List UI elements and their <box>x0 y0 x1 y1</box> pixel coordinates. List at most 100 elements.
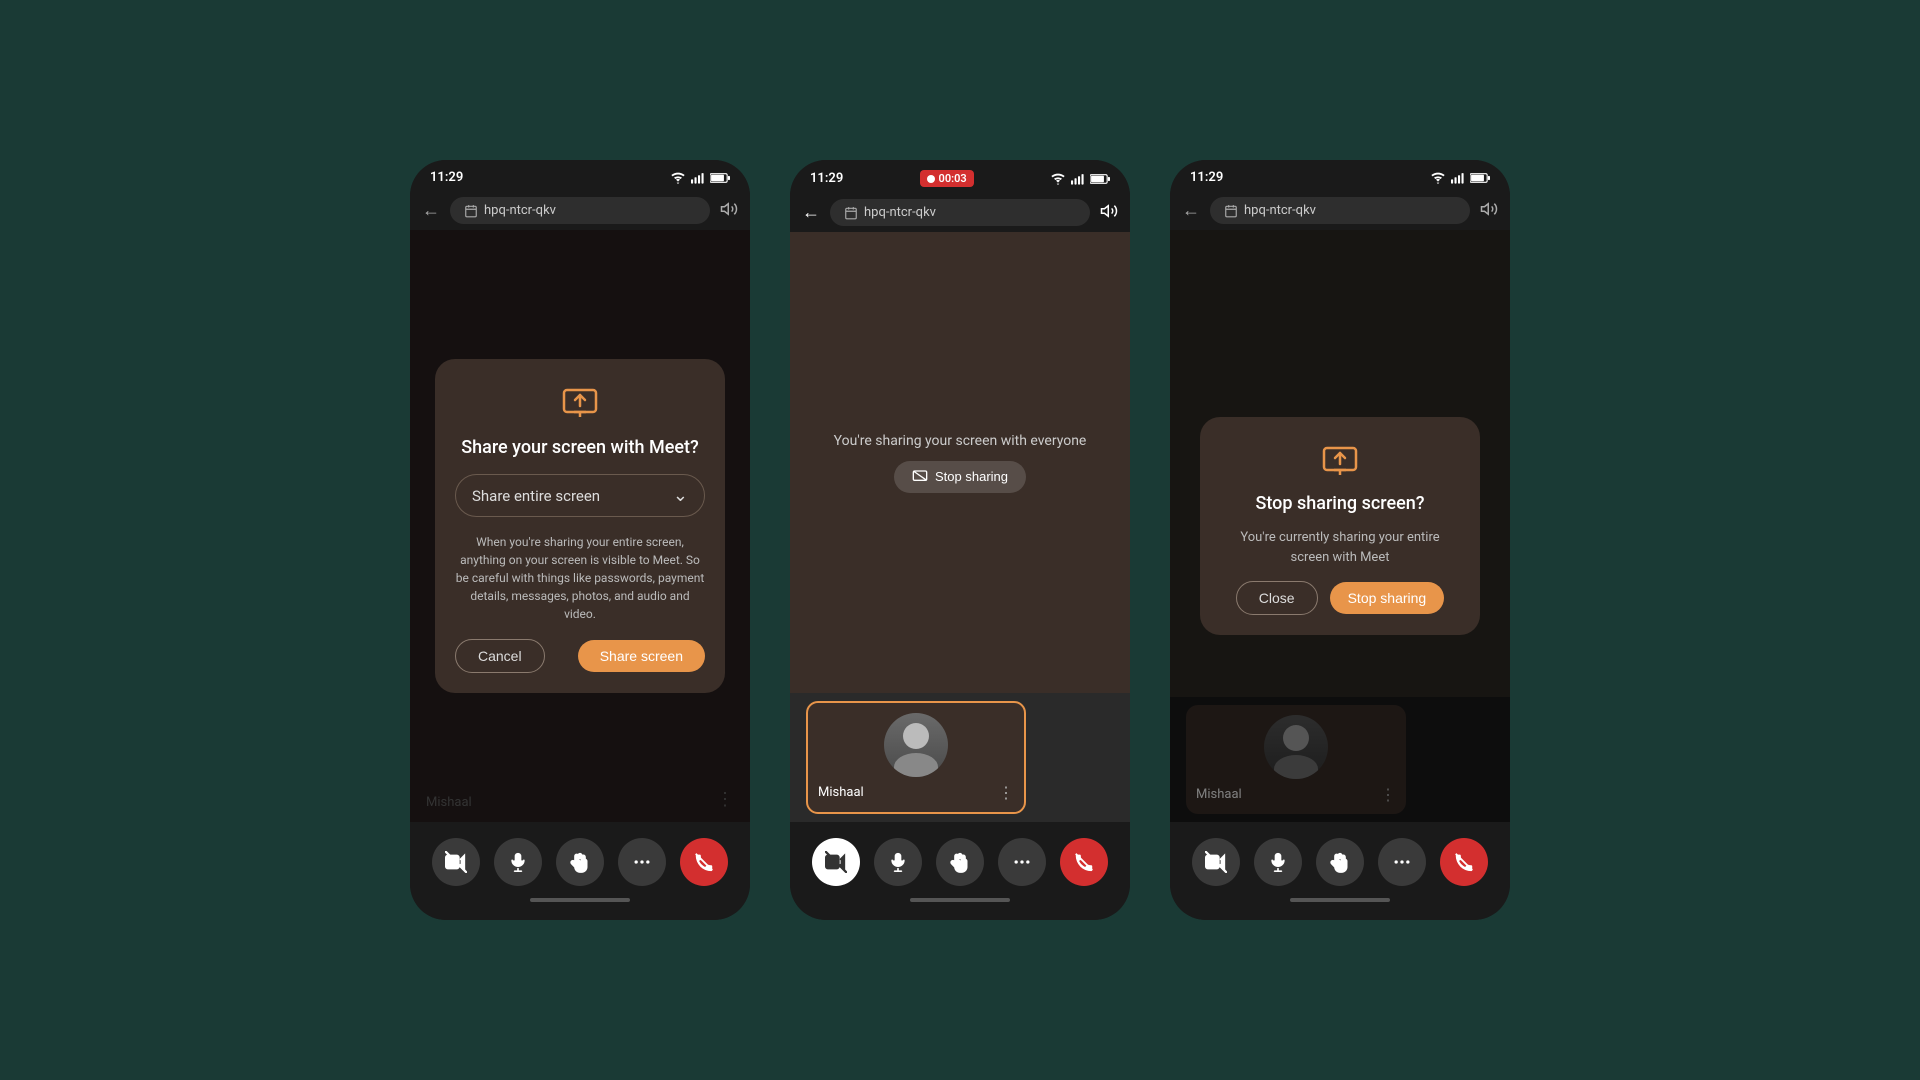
share-warning-text: When you're sharing your entire screen, … <box>455 533 705 623</box>
cancel-button[interactable]: Cancel <box>455 639 545 673</box>
mic-button-3[interactable] <box>1254 838 1302 886</box>
speaker-icon-3 <box>1480 200 1498 218</box>
controls-row-3 <box>1192 832 1488 892</box>
hand-icon-2 <box>950 851 970 873</box>
battery-icon-3 <box>1470 172 1490 184</box>
video-tile-name-2: Mishaal <box>818 785 864 800</box>
more-dots-icon-1 <box>632 852 652 872</box>
end-call-button-1[interactable] <box>680 838 728 886</box>
mic-button-1[interactable] <box>494 838 542 886</box>
tile-more-icon-2[interactable]: ⋮ <box>998 783 1014 802</box>
url-box-1[interactable]: hpq-ntcr-qkv <box>450 197 710 224</box>
mic-icon-3 <box>1268 851 1288 873</box>
camera-toggle-button-3[interactable] <box>1192 838 1240 886</box>
url-box-3[interactable]: hpq-ntcr-qkv <box>1210 197 1470 224</box>
close-button[interactable]: Close <box>1236 581 1318 615</box>
share-screen-button[interactable]: Share screen <box>578 640 705 672</box>
sharing-screen-area: You're sharing your screen with everyone… <box>790 232 1130 693</box>
back-button-1[interactable]: ← <box>422 200 440 221</box>
status-icons-3 <box>1430 172 1490 184</box>
more-dots-icon-2 <box>1012 852 1032 872</box>
bottom-bar-3 <box>1170 822 1510 920</box>
phone1-content: Mishaal ⋮ Share your screen with Meet? <box>410 230 750 822</box>
back-button-2[interactable]: ← <box>802 202 820 223</box>
camera-toggle-button-1[interactable] <box>432 838 480 886</box>
url-text-1: hpq-ntcr-qkv <box>484 203 556 218</box>
end-call-button-2[interactable] <box>1060 838 1108 886</box>
address-bar-3: ← hpq-ntcr-qkv <box>1170 191 1510 230</box>
camera-toggle-button-2[interactable] <box>812 838 860 886</box>
status-time-3: 11:29 <box>1190 170 1223 185</box>
home-indicator-2 <box>910 898 1010 902</box>
status-time-1: 11:29 <box>430 170 463 185</box>
recording-badge: 00:03 <box>920 170 974 187</box>
home-indicator-1 <box>530 898 630 902</box>
signal-icon <box>691 172 705 184</box>
url-text-3: hpq-ntcr-qkv <box>1244 203 1316 218</box>
status-bar-2: 11:29 00:03 <box>790 160 1130 193</box>
status-bar-3: 11:29 <box>1170 160 1510 191</box>
more-button-3[interactable] <box>1378 838 1426 886</box>
stop-sharing-inline-label: Stop sharing <box>935 469 1008 484</box>
phone-2: 11:29 00:03 ← hpq-ntcr-qkv You're sharin… <box>790 160 1130 920</box>
home-indicator-3 <box>1290 898 1390 902</box>
calendar-icon-1 <box>464 204 478 218</box>
url-box-2[interactable]: hpq-ntcr-qkv <box>830 199 1090 226</box>
mic-button-2[interactable] <box>874 838 922 886</box>
sharing-text: You're sharing your screen with everyone <box>834 433 1087 449</box>
battery-icon-2 <box>1090 173 1110 185</box>
share-dropdown-text: Share entire screen <box>472 487 600 505</box>
status-bar-1: 11:29 <box>410 160 750 191</box>
recording-time: 00:03 <box>939 172 967 185</box>
chevron-down-icon: ⌄ <box>673 485 688 506</box>
end-call-icon-2 <box>1073 851 1095 873</box>
bottom-bar-2 <box>790 822 1130 920</box>
hand-button-1[interactable] <box>556 838 604 886</box>
video-tile-container-2: Mishaal ⋮ <box>790 693 1130 822</box>
battery-icon <box>710 172 730 184</box>
controls-row-2 <box>812 832 1108 892</box>
rec-dot-icon <box>927 175 935 183</box>
calendar-icon-3 <box>1224 204 1238 218</box>
address-bar-2: ← hpq-ntcr-qkv <box>790 193 1130 232</box>
status-time-2: 11:29 <box>810 171 843 186</box>
share-dialog-title: Share your screen with Meet? <box>461 437 698 458</box>
back-button-3[interactable]: ← <box>1182 200 1200 221</box>
calendar-icon-2 <box>844 206 858 220</box>
end-call-icon-3 <box>1453 851 1475 873</box>
more-button-2[interactable] <box>998 838 1046 886</box>
hand-icon-1 <box>570 851 590 873</box>
share-dialog-overlay: Share your screen with Meet? Share entir… <box>410 230 750 822</box>
sound-icon-2[interactable] <box>1100 202 1118 224</box>
share-type-dropdown[interactable]: Share entire screen ⌄ <box>455 474 705 517</box>
mic-icon-1 <box>508 851 528 873</box>
video-tile-name-row-2: Mishaal ⋮ <box>818 783 1014 802</box>
speaker-icon-2 <box>1100 202 1118 220</box>
stop-dialog-body: You're currently sharing your entire scr… <box>1220 528 1460 567</box>
sound-icon-3[interactable] <box>1480 200 1498 222</box>
stop-share-screen-icon <box>1321 441 1359 479</box>
stop-share-icon <box>912 469 928 485</box>
hand-button-2[interactable] <box>936 838 984 886</box>
end-call-button-3[interactable] <box>1440 838 1488 886</box>
controls-row-1 <box>432 832 728 892</box>
speaker-icon-1 <box>720 200 738 218</box>
wifi-icon-3 <box>1430 172 1446 184</box>
person-body-2 <box>894 753 938 777</box>
phone-1: 11:29 ← hpq-ntcr-qkv Mishaal ⋮ <box>410 160 750 920</box>
phone3-content: Mishaal ⋮ Stop sharing screen <box>1170 230 1510 822</box>
phone-3: 11:29 ← hpq-ntcr-qkv <box>1170 160 1510 920</box>
stop-dialog-overlay: Stop sharing screen? You're currently sh… <box>1170 230 1510 822</box>
share-screen-icon <box>561 383 599 421</box>
signal-icon-3 <box>1451 172 1465 184</box>
video-tile-2: Mishaal ⋮ <box>806 701 1026 814</box>
status-icons-2 <box>1050 173 1110 185</box>
stop-dialog-title: Stop sharing screen? <box>1255 493 1424 514</box>
more-button-1[interactable] <box>618 838 666 886</box>
stop-dialog: Stop sharing screen? You're currently sh… <box>1200 417 1480 635</box>
stop-sharing-button[interactable]: Stop sharing <box>1330 582 1445 614</box>
wifi-icon <box>670 172 686 184</box>
sound-icon-1[interactable] <box>720 200 738 222</box>
hand-button-3[interactable] <box>1316 838 1364 886</box>
stop-sharing-inline-button[interactable]: Stop sharing <box>894 461 1026 493</box>
